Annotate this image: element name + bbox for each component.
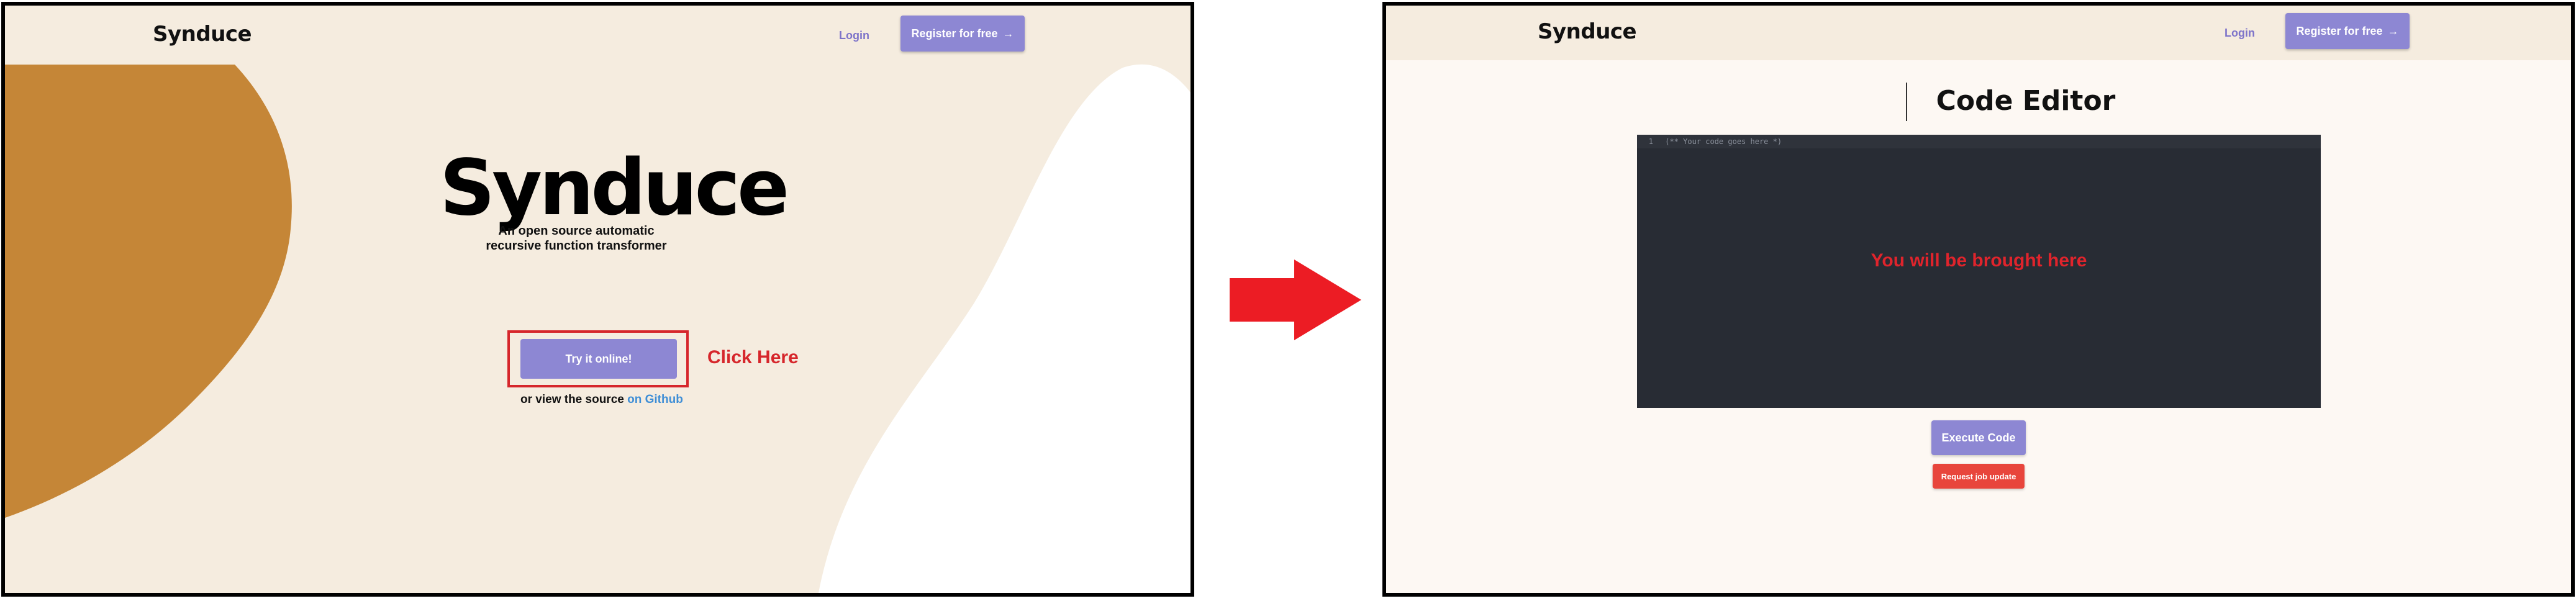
register-button[interactable]: Register for free → — [900, 16, 1025, 52]
orange-blob — [5, 65, 292, 518]
editor-line[interactable]: 1 (** Your code goes here *) — [1637, 135, 2321, 148]
request-job-update-button[interactable]: Request job update — [1933, 464, 2025, 489]
brought-here-annotation: You will be brought here — [1871, 250, 2087, 271]
background-shapes — [5, 64, 1190, 593]
editor-page-screenshot: Synduce Login Register for free → Code E… — [1382, 2, 2575, 597]
right-arrow-icon — [1230, 260, 1361, 340]
brand-logo[interactable]: Synduce — [153, 22, 252, 47]
code-editor[interactable]: 1 (** Your code goes here *) You will be… — [1637, 135, 2321, 408]
register-button[interactable]: Register for free → — [2285, 13, 2410, 49]
white-wave — [819, 64, 1190, 593]
source-prefix: or view the source — [520, 393, 624, 406]
register-label: Register for free — [911, 27, 998, 40]
landing-page-screenshot: Synduce Login Register for free → Synduc… — [1, 2, 1194, 597]
arrow-right-icon: → — [1002, 27, 1014, 40]
hero-title: Synduce — [440, 143, 789, 233]
try-online-button[interactable]: Try it online! — [520, 339, 677, 379]
login-link[interactable]: Login — [2225, 27, 2255, 40]
arrow-right-icon: → — [2387, 24, 2399, 37]
hero-subtitle-line-2: recursive function transformer — [486, 239, 667, 253]
page-title: Code Editor — [1936, 85, 2116, 117]
hero-subtitle: An open source automatic recursive funct… — [483, 224, 669, 253]
register-label: Register for free — [2296, 24, 2383, 37]
github-link[interactable]: on Github — [627, 393, 683, 406]
line-number: 1 — [1648, 137, 1653, 146]
brand-logo[interactable]: Synduce — [1538, 19, 1637, 44]
execute-code-button[interactable]: Execute Code — [1931, 420, 2026, 455]
login-link[interactable]: Login — [839, 29, 869, 42]
click-here-annotation: Click Here — [707, 347, 799, 368]
hero-subtitle-line-1: An open source automatic — [498, 224, 655, 238]
source-line: or view the source on Github — [520, 393, 683, 407]
editor-placeholder: (** Your code goes here *) — [1665, 137, 1782, 146]
